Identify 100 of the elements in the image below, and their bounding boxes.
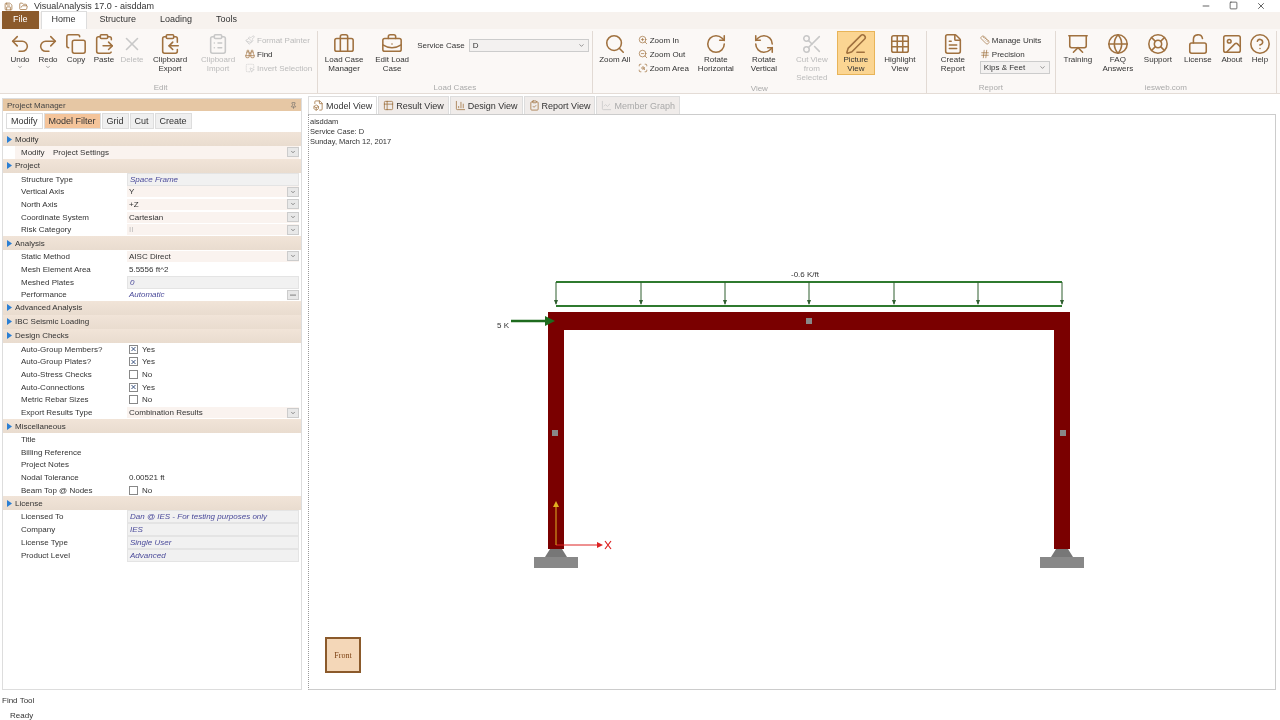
- dropdown-field[interactable]: Project Settings: [51, 146, 299, 158]
- ribbon-button[interactable]: Edit Load Case: [369, 31, 416, 75]
- view-tab[interactable]: Result View: [378, 96, 449, 114]
- property-label: Vertical Axis: [20, 187, 66, 197]
- support-icon: [534, 549, 578, 568]
- section-header[interactable]: Modify: [3, 132, 301, 146]
- readonly-field: IES: [127, 523, 299, 537]
- ribbon-button[interactable]: Highlight View: [876, 31, 923, 75]
- checkbox[interactable]: [129, 485, 138, 495]
- section-header[interactable]: Analysis: [3, 236, 301, 251]
- ellipsis-button[interactable]: [287, 289, 299, 300]
- ribbon-button[interactable]: Zoom In: [637, 33, 689, 47]
- paintbrush-icon: [245, 35, 255, 45]
- unlock-icon: [1186, 33, 1209, 55]
- image-icon: [1220, 33, 1243, 55]
- dropdown-field[interactable]: Y: [127, 186, 299, 198]
- ribbon-button[interactable]: Help: [1246, 31, 1273, 66]
- readonly-field: 0: [127, 275, 299, 289]
- panel-tab[interactable]: Create: [154, 113, 192, 129]
- ribbon-button[interactable]: About: [1218, 31, 1245, 66]
- input-field[interactable]: 5.5556 ft^2: [127, 263, 299, 275]
- ribbon-button[interactable]: Support: [1138, 31, 1177, 66]
- ribbon-button[interactable]: Training: [1058, 31, 1097, 66]
- panel-title: Project Manager: [7, 100, 66, 110]
- panel-tab[interactable]: Grid: [101, 113, 129, 129]
- clipboard-icon: [207, 33, 229, 55]
- node-marker[interactable]: [552, 430, 558, 436]
- view-tab[interactable]: Report View: [523, 96, 596, 114]
- view-cube[interactable]: Front: [325, 637, 361, 673]
- section-title: License: [15, 498, 43, 508]
- save-icon[interactable]: [4, 1, 13, 11]
- ribbon-button[interactable]: Copy: [63, 31, 89, 66]
- service-case-dropdown[interactable]: D: [468, 39, 589, 52]
- ribbon-button[interactable]: Rotate Vertical: [740, 31, 787, 75]
- property-label: Performance: [20, 290, 68, 300]
- view-tab[interactable]: Model View: [308, 96, 378, 114]
- property-label: Auto-Group Members?: [20, 344, 104, 354]
- find-tool-label[interactable]: Find Tool: [2, 696, 1280, 705]
- input-field[interactable]: 0.00521 ft: [127, 471, 299, 483]
- checkbox[interactable]: [129, 370, 138, 380]
- units-dropdown[interactable]: Kips & Feet: [979, 61, 1050, 74]
- checkbox[interactable]: [129, 357, 138, 367]
- ribbon-button[interactable]: Load Case Manager: [321, 31, 368, 75]
- dropdown-field[interactable]: Cartesian: [127, 211, 299, 223]
- panel-tab[interactable]: Cut: [129, 113, 154, 129]
- ribbon-tab[interactable]: Loading: [149, 11, 204, 29]
- dropdown-field[interactable]: +Z: [127, 198, 299, 210]
- checkbox[interactable]: [129, 382, 138, 392]
- property-label: Mesh Element Area: [20, 264, 92, 274]
- folder-icon[interactable]: [19, 1, 28, 11]
- ribbon-button[interactable]: Clipboard Export: [147, 31, 193, 75]
- property-label: Product Level: [20, 550, 71, 560]
- scissors-icon: [800, 33, 823, 55]
- node-marker[interactable]: [1060, 430, 1066, 436]
- load-label: 5 K: [497, 321, 509, 330]
- ribbon-button[interactable]: License: [1178, 31, 1217, 66]
- section-header[interactable]: License: [3, 496, 301, 511]
- cube-icon: [313, 100, 324, 111]
- node-marker[interactable]: [806, 318, 812, 324]
- ribbon-button[interactable]: Paste: [91, 31, 117, 66]
- ribbon-button[interactable]: Create Report: [929, 31, 976, 75]
- ribbon-button[interactable]: Find: [245, 47, 313, 61]
- property-label: Risk Category: [20, 225, 73, 235]
- checkbox[interactable]: [129, 344, 138, 354]
- support-icon: [1040, 549, 1084, 568]
- zoom-out-icon: [637, 49, 648, 59]
- property-label: License Type: [20, 537, 69, 547]
- checkbox[interactable]: [129, 395, 138, 405]
- ribbon-button[interactable]: Manage Units: [979, 33, 1050, 47]
- close-icon[interactable]: [1256, 1, 1266, 11]
- ribbon-button[interactable]: Zoom All: [595, 31, 634, 66]
- ribbon-button[interactable]: Redo: [35, 31, 61, 72]
- ribbon-button[interactable]: Precision: [979, 47, 1050, 61]
- dropdown-field[interactable]: AISC Direct: [127, 250, 299, 262]
- maximize-icon[interactable]: [1229, 1, 1238, 10]
- ribbon-button[interactable]: Undo: [7, 31, 33, 72]
- section-header[interactable]: Miscellaneous: [3, 419, 301, 433]
- ribbon-button[interactable]: Zoom Area: [637, 61, 689, 75]
- checkbox-label: Yes: [142, 382, 156, 392]
- dropdown-field[interactable]: Combination Results: [127, 407, 299, 419]
- panel-tab[interactable]: Model Filter: [43, 113, 101, 129]
- ribbon-tab[interactable]: Home: [40, 11, 87, 29]
- ribbon-button[interactable]: Picture View: [836, 31, 875, 75]
- section-header[interactable]: Advanced Analysis: [3, 300, 301, 315]
- ribbon-tab[interactable]: Tools: [205, 11, 249, 29]
- ribbon-tab[interactable]: Structure: [88, 11, 148, 29]
- ribbon-button[interactable]: Zoom Out: [637, 47, 689, 61]
- pin-icon[interactable]: [290, 101, 297, 109]
- frame-drawing[interactable]: [548, 312, 1070, 549]
- paste-icon: [93, 33, 115, 55]
- briefcase-icon: [381, 33, 404, 55]
- property-label: Modify: [20, 147, 46, 157]
- panel-tab[interactable]: Modify: [6, 113, 43, 129]
- search-icon: [603, 33, 626, 55]
- ribbon-button[interactable]: FAQ Answers: [1098, 31, 1137, 75]
- property-label: Structure Type: [20, 174, 74, 184]
- view-tab[interactable]: Design View: [449, 96, 523, 114]
- briefcase-icon: [333, 33, 356, 55]
- ribbon-button[interactable]: Rotate Horizontal: [692, 31, 739, 75]
- file-menu-button[interactable]: File: [2, 11, 39, 29]
